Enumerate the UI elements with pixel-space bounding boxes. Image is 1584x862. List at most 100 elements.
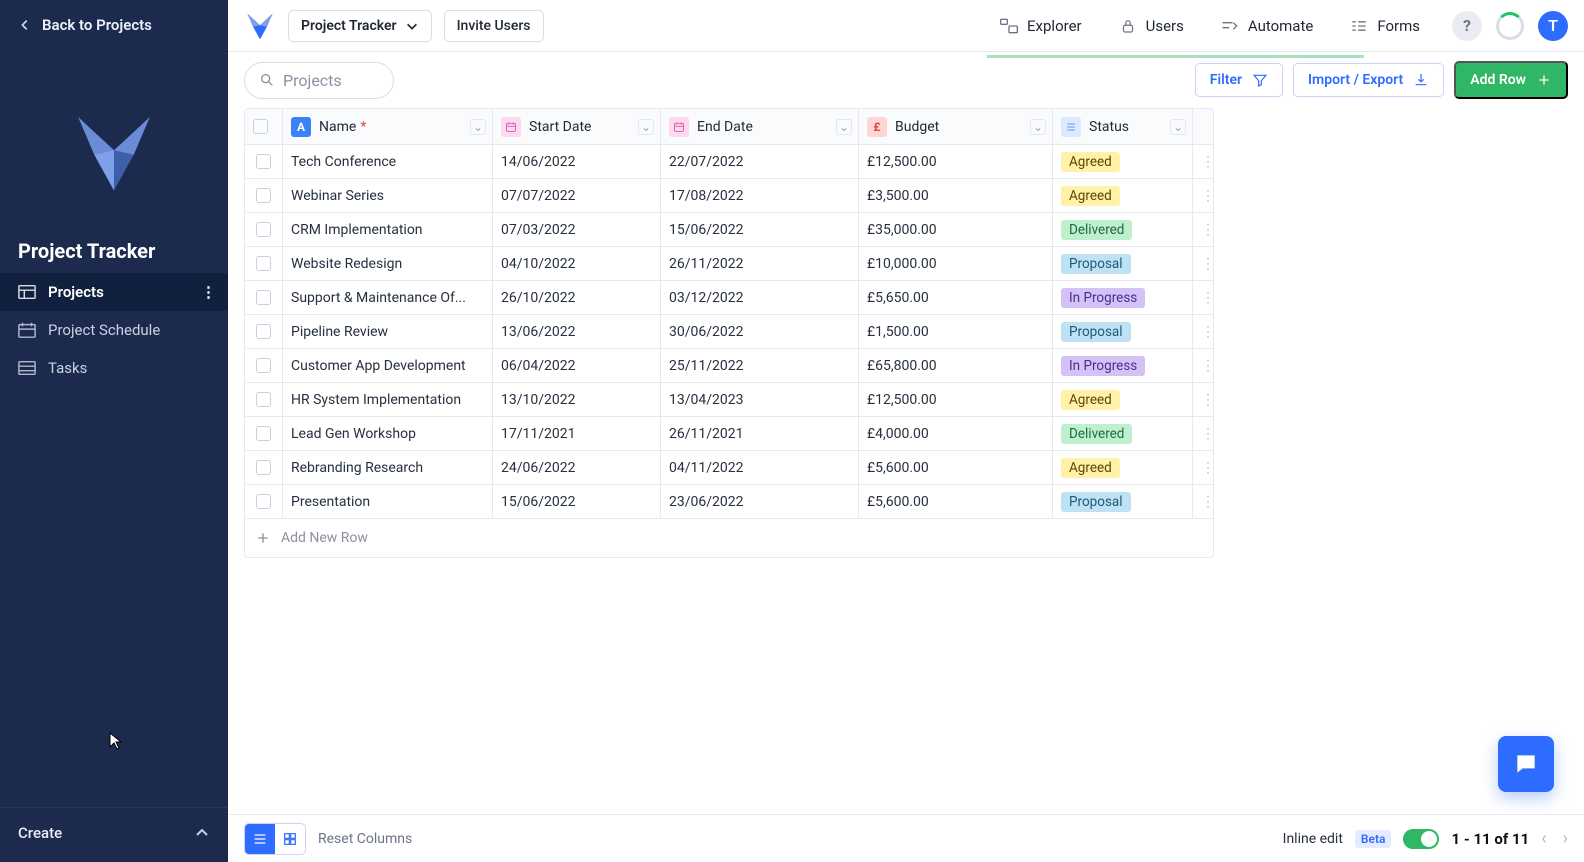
select-all-checkbox[interactable] <box>245 109 283 145</box>
row-checkbox[interactable] <box>245 213 283 247</box>
table-row[interactable]: Tech Conference14/06/202222/07/2022£12,5… <box>245 145 1213 179</box>
cell-status[interactable]: In Progress <box>1053 281 1193 315</box>
more-icon[interactable]: ⋮ <box>201 283 216 301</box>
table-row[interactable]: Webinar Series07/07/202217/08/2022£3,500… <box>245 179 1213 213</box>
column-budget[interactable]: £ Budget ⌄ <box>859 109 1053 145</box>
brand-icon[interactable] <box>244 11 276 41</box>
sidebar-item-tasks[interactable]: Tasks <box>0 349 228 387</box>
cell-start-date[interactable]: 04/10/2022 <box>493 247 661 281</box>
inline-edit-toggle[interactable] <box>1403 829 1439 849</box>
cell-status[interactable]: Agreed <box>1053 179 1193 213</box>
row-checkbox[interactable] <box>245 349 283 383</box>
table-row[interactable]: Lead Gen Workshop17/11/202126/11/2021£4,… <box>245 417 1213 451</box>
sidebar-item-project-schedule[interactable]: Project Schedule <box>0 311 228 349</box>
table-row[interactable]: Pipeline Review13/06/202230/06/2022£1,50… <box>245 315 1213 349</box>
row-menu[interactable]: ⋮ <box>1193 451 1214 485</box>
row-checkbox[interactable] <box>245 451 283 485</box>
cell-status[interactable]: In Progress <box>1053 349 1193 383</box>
cell-end-date[interactable]: 03/12/2022 <box>661 281 859 315</box>
row-checkbox[interactable] <box>245 281 283 315</box>
table-row[interactable]: Customer App Development06/04/202225/11/… <box>245 349 1213 383</box>
chevron-down-icon[interactable]: ⌄ <box>638 119 654 135</box>
automate-tab[interactable]: Automate <box>1208 9 1325 43</box>
list-view-button[interactable] <box>245 824 275 854</box>
cell-end-date[interactable]: 26/11/2021 <box>661 417 859 451</box>
cell-name[interactable]: Rebranding Research <box>283 451 493 485</box>
cell-budget[interactable]: £3,500.00 <box>859 179 1053 213</box>
import-export-button[interactable]: Import / Export <box>1293 63 1444 97</box>
back-to-projects[interactable]: Back to Projects <box>0 0 228 50</box>
cell-end-date[interactable]: 25/11/2022 <box>661 349 859 383</box>
cell-start-date[interactable]: 26/10/2022 <box>493 281 661 315</box>
row-menu[interactable]: ⋮ <box>1193 145 1214 179</box>
row-menu[interactable]: ⋮ <box>1193 315 1214 349</box>
cell-status[interactable]: Agreed <box>1053 451 1193 485</box>
cell-budget[interactable]: £10,000.00 <box>859 247 1053 281</box>
prev-page[interactable]: ‹ <box>1541 828 1546 849</box>
cell-status[interactable]: Proposal <box>1053 247 1193 281</box>
cell-end-date[interactable]: 15/06/2022 <box>661 213 859 247</box>
cell-budget[interactable]: £12,500.00 <box>859 145 1053 179</box>
explorer-tab[interactable]: Explorer <box>987 9 1094 43</box>
cell-name[interactable]: Website Redesign <box>283 247 493 281</box>
cell-status[interactable]: Agreed <box>1053 383 1193 417</box>
cell-start-date[interactable]: 13/10/2022 <box>493 383 661 417</box>
row-checkbox[interactable] <box>245 179 283 213</box>
search-input[interactable]: Projects <box>244 62 394 99</box>
forms-tab[interactable]: Forms <box>1337 9 1432 43</box>
users-tab[interactable]: Users <box>1106 9 1196 43</box>
add-new-row[interactable]: Add New Row <box>245 519 1213 557</box>
chevron-down-icon[interactable]: ⌄ <box>470 119 486 135</box>
cell-budget[interactable]: £5,600.00 <box>859 485 1053 519</box>
cell-name[interactable]: CRM Implementation <box>283 213 493 247</box>
cell-name[interactable]: Customer App Development <box>283 349 493 383</box>
cell-budget[interactable]: £5,650.00 <box>859 281 1053 315</box>
row-menu[interactable]: ⋮ <box>1193 417 1214 451</box>
chat-fab[interactable] <box>1498 736 1554 792</box>
add-row-button[interactable]: Add Row <box>1454 61 1568 99</box>
cell-end-date[interactable]: 23/06/2022 <box>661 485 859 519</box>
cell-budget[interactable]: £35,000.00 <box>859 213 1053 247</box>
table-row[interactable]: Support & Maintenance Of...26/10/202203/… <box>245 281 1213 315</box>
create-button[interactable]: Create <box>0 807 228 862</box>
next-page[interactable]: › <box>1563 828 1568 849</box>
cell-name[interactable]: Webinar Series <box>283 179 493 213</box>
grid-view-button[interactable] <box>275 824 305 854</box>
cell-start-date[interactable]: 24/06/2022 <box>493 451 661 485</box>
cell-status[interactable]: Delivered <box>1053 213 1193 247</box>
sidebar-item-projects[interactable]: Projects⋮ <box>0 273 228 311</box>
cell-start-date[interactable]: 07/07/2022 <box>493 179 661 213</box>
progress-ring-icon[interactable] <box>1496 12 1524 40</box>
cell-status[interactable]: Proposal <box>1053 485 1193 519</box>
cell-name[interactable]: Support & Maintenance Of... <box>283 281 493 315</box>
reset-columns[interactable]: Reset Columns <box>318 831 412 847</box>
cell-start-date[interactable]: 17/11/2021 <box>493 417 661 451</box>
row-menu[interactable]: ⋮ <box>1193 247 1214 281</box>
column-status[interactable]: Status ⌄ <box>1053 109 1193 145</box>
cell-name[interactable]: Lead Gen Workshop <box>283 417 493 451</box>
row-menu[interactable]: ⋮ <box>1193 281 1214 315</box>
row-menu[interactable]: ⋮ <box>1193 349 1214 383</box>
row-menu[interactable]: ⋮ <box>1193 485 1214 519</box>
cell-status[interactable]: Proposal <box>1053 315 1193 349</box>
cell-start-date[interactable]: 13/06/2022 <box>493 315 661 349</box>
cell-start-date[interactable]: 15/06/2022 <box>493 485 661 519</box>
cell-name[interactable]: Tech Conference <box>283 145 493 179</box>
cell-end-date[interactable]: 22/07/2022 <box>661 145 859 179</box>
user-avatar[interactable]: T <box>1538 11 1568 41</box>
column-name[interactable]: A Name * ⌄ <box>283 109 493 145</box>
cell-end-date[interactable]: 13/04/2023 <box>661 383 859 417</box>
cell-budget[interactable]: £5,600.00 <box>859 451 1053 485</box>
cell-end-date[interactable]: 26/11/2022 <box>661 247 859 281</box>
cell-end-date[interactable]: 17/08/2022 <box>661 179 859 213</box>
help-button[interactable]: ? <box>1452 11 1482 41</box>
row-menu[interactable]: ⋮ <box>1193 383 1214 417</box>
row-checkbox[interactable] <box>245 145 283 179</box>
chevron-down-icon[interactable]: ⌄ <box>1030 119 1046 135</box>
cell-status[interactable]: Delivered <box>1053 417 1193 451</box>
row-checkbox[interactable] <box>245 315 283 349</box>
row-checkbox[interactable] <box>245 485 283 519</box>
table-row[interactable]: CRM Implementation07/03/202215/06/2022£3… <box>245 213 1213 247</box>
cell-end-date[interactable]: 30/06/2022 <box>661 315 859 349</box>
filter-button[interactable]: Filter <box>1195 63 1283 97</box>
